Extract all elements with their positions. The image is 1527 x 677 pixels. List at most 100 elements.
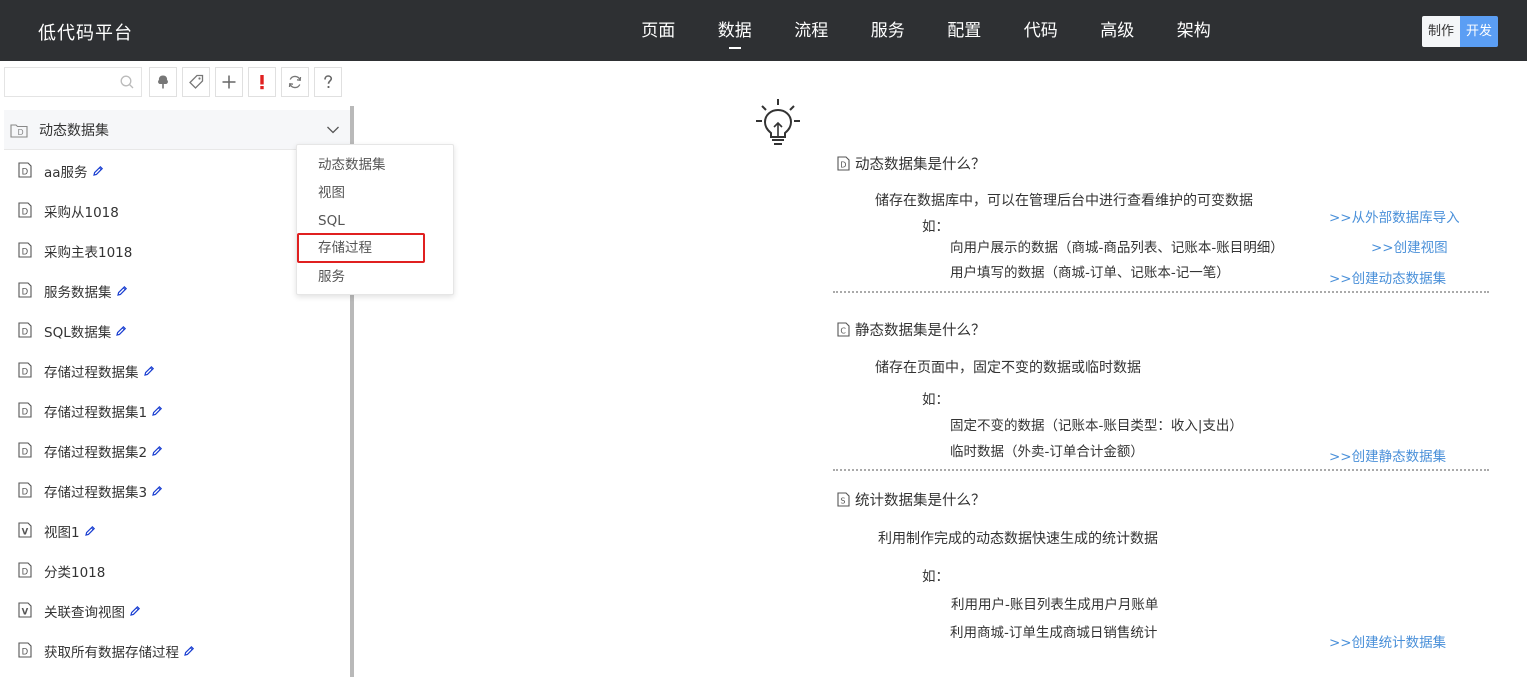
warning-button[interactable] — [248, 67, 276, 97]
refresh-button[interactable] — [281, 67, 309, 97]
svg-text:D: D — [22, 287, 29, 297]
exclamation-icon — [260, 75, 264, 90]
pencil-icon[interactable] — [151, 405, 163, 417]
mode-dev-button[interactable]: 开发 — [1460, 16, 1498, 47]
nav-item-config[interactable]: 配置 — [926, 0, 1003, 61]
app-title: 低代码平台 — [38, 23, 133, 44]
refresh-icon — [288, 75, 302, 89]
tree-item-label-wrap: 视图1 — [44, 521, 96, 541]
svg-text:D: D — [22, 407, 29, 417]
section-label: 动态数据集 — [39, 123, 109, 139]
dataset-d-icon: D — [18, 162, 32, 178]
create-static-dataset-link[interactable]: >>创建静态数据集 — [1329, 445, 1446, 465]
svg-text:D: D — [22, 487, 29, 497]
dataset-c-icon: C — [837, 322, 850, 337]
tree-item-label: 视图1 — [44, 525, 80, 541]
main-content: D 动态数据集是什么？ 储存在数据库中，可以在管理后台中进行查看维护的可变数据 … — [356, 61, 1527, 677]
block-description: 利用制作完成的动态数据快速生成的统计数据 — [878, 531, 1158, 547]
import-external-db-link[interactable]: >>从外部数据库导入 — [1329, 206, 1460, 226]
block-title: C 静态数据集是什么？ — [837, 319, 986, 340]
svg-text:S: S — [840, 497, 845, 506]
tree-item-label-wrap: 服务数据集 — [44, 281, 128, 301]
nav-item-data[interactable]: 数据 — [697, 0, 774, 61]
tree-item-label: 采购从1018 — [44, 205, 119, 221]
tree-button[interactable] — [149, 67, 177, 97]
main-nav: 页面 数据 流程 服务 配置 代码 高级 架构 — [620, 0, 1232, 61]
svg-text:D: D — [22, 327, 29, 337]
example-item: 固定不变的数据（记账本-账目类型：收入|支出） — [950, 418, 1243, 434]
pencil-icon[interactable] — [92, 165, 104, 177]
nav-item-advanced[interactable]: 高级 — [1079, 0, 1156, 61]
tree-item[interactable]: V 关联查询视图 — [4, 590, 350, 630]
nav-item-flow[interactable]: 流程 — [773, 0, 850, 61]
pencil-icon[interactable] — [115, 325, 127, 337]
tree-item-label: 服务数据集 — [44, 285, 112, 301]
tree-item[interactable]: D 存储过程数据集2 — [4, 430, 350, 470]
dataset-d-icon: D — [18, 402, 32, 418]
create-dynamic-dataset-link[interactable]: >>创建动态数据集 — [1329, 267, 1446, 287]
dataset-d-icon: D — [18, 202, 32, 218]
question-icon — [324, 75, 333, 88]
nav-item-code[interactable]: 代码 — [1003, 0, 1080, 61]
tree-item-label-wrap: SQL数据集 — [44, 321, 127, 341]
pencil-icon[interactable] — [116, 285, 128, 297]
view-v-icon: V — [18, 602, 32, 618]
tree-item-label: 存储过程数据集2 — [44, 445, 148, 461]
tree-item[interactable]: D 存储过程数据集1 — [4, 390, 350, 430]
block-description: 储存在数据库中，可以在管理后台中进行查看维护的可变数据 — [875, 193, 1253, 209]
add-button[interactable] — [215, 67, 243, 97]
example-item: 向用户展示的数据（商城-商品列表、记账本-账目明细） — [950, 240, 1284, 256]
search-icon[interactable] — [119, 74, 135, 90]
pencil-icon[interactable] — [143, 365, 155, 377]
tree-item-label: 获取所有数据存储过程 — [44, 645, 179, 661]
tree-item[interactable]: D 获取所有数据存储过程 — [4, 630, 350, 670]
chevron-down-icon[interactable] — [326, 123, 340, 137]
divider — [833, 291, 1489, 293]
example-item: 利用商城-订单生成商城日销售统计 — [950, 625, 1158, 641]
view-v-icon: V — [18, 522, 32, 538]
example-item: 利用用户-账目列表生成用户月账单 — [951, 597, 1159, 613]
tree-item-label-wrap: 关联查询视图 — [44, 601, 141, 621]
tag-button[interactable] — [182, 67, 210, 97]
pencil-icon[interactable] — [151, 485, 163, 497]
create-statistics-dataset-link[interactable]: >>创建统计数据集 — [1329, 631, 1446, 651]
pencil-icon[interactable] — [129, 605, 141, 617]
example-label: 如： — [922, 219, 949, 235]
pencil-icon[interactable] — [183, 645, 195, 657]
create-view-link[interactable]: >>创建视图 — [1371, 236, 1448, 256]
tree-item[interactable]: D 分类1018 — [4, 550, 350, 590]
tree-item-label: aa服务 — [44, 165, 88, 181]
tree-item[interactable]: V 视图1 — [4, 510, 350, 550]
search-input[interactable] — [7, 70, 115, 94]
tree-item[interactable]: D SQL数据集 — [4, 310, 350, 350]
nav-item-service[interactable]: 服务 — [850, 0, 927, 61]
example-item: 临时数据（外卖-订单合计金额） — [950, 444, 1144, 460]
dataset-d-icon: D — [18, 242, 32, 258]
tree-item-label-wrap: 存储过程数据集 — [44, 361, 155, 381]
tree-item-label: 存储过程数据集3 — [44, 485, 148, 501]
sidebar-toolbar — [4, 67, 354, 99]
nav-item-page[interactable]: 页面 — [620, 0, 697, 61]
statistics-dataset-block: S 统计数据集是什么？ 利用制作完成的动态数据快速生成的统计数据 如： 利用用户… — [833, 489, 1489, 659]
tree-item-label: 采购主表1018 — [44, 245, 133, 261]
pencil-icon[interactable] — [151, 445, 163, 457]
top-bar: 低代码平台 页面 数据 流程 服务 配置 代码 高级 架构 制作 开发 — [0, 0, 1527, 61]
dataset-icon: D — [10, 124, 28, 138]
dataset-d-icon: D — [18, 442, 32, 458]
tree-item-label-wrap: 采购从1018 — [44, 201, 119, 221]
tree-item[interactable]: D 存储过程数据集 — [4, 350, 350, 390]
svg-text:D: D — [22, 367, 29, 377]
tree-item-label-wrap: 采购主表1018 — [44, 241, 132, 261]
svg-text:V: V — [22, 527, 29, 537]
nav-item-architecture[interactable]: 架构 — [1156, 0, 1233, 61]
pencil-icon[interactable] — [84, 525, 96, 537]
dataset-d-icon: D — [18, 282, 32, 298]
static-dataset-block: C 静态数据集是什么？ 储存在页面中，固定不变的数据或临时数据 如： 固定不变的… — [833, 319, 1489, 469]
mode-make-button[interactable]: 制作 — [1422, 16, 1460, 47]
tree-item-label: 存储过程数据集1 — [44, 405, 148, 421]
tree-item-label: 关联查询视图 — [44, 605, 125, 621]
help-button[interactable] — [314, 67, 342, 97]
tree-icon — [158, 75, 168, 89]
tree-item[interactable]: D 存储过程数据集3 — [4, 470, 350, 510]
dynamic-dataset-block: D 动态数据集是什么？ 储存在数据库中，可以在管理后台中进行查看维护的可变数据 … — [833, 153, 1489, 293]
